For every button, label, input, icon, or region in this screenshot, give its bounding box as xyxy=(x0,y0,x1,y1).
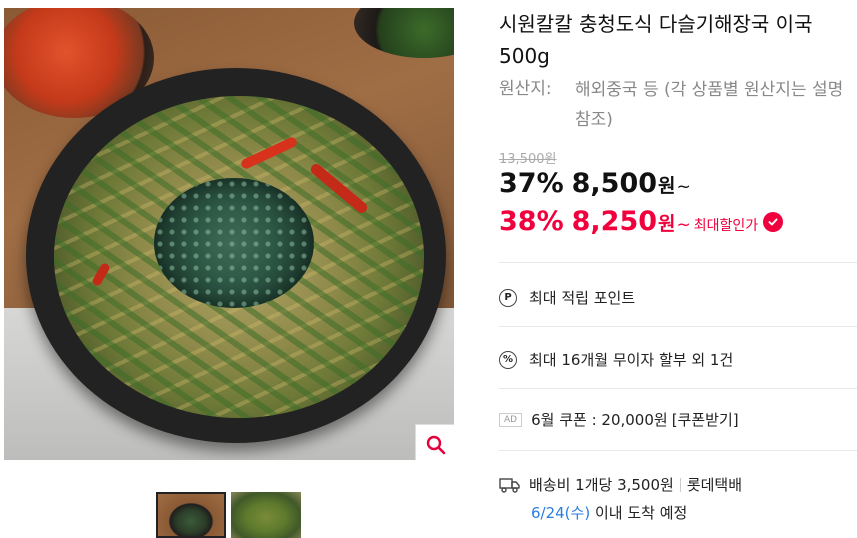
original-price: 13,500원 xyxy=(499,152,557,167)
shipping-row: 배송비 1개당 3,500원 롯데택배 xyxy=(499,474,742,495)
price-tilde: ~ xyxy=(676,215,691,235)
origin-label: 원산지: xyxy=(499,79,552,99)
points-row[interactable]: P 최대 적립 포인트 xyxy=(499,287,635,308)
separator xyxy=(679,477,681,492)
divider xyxy=(499,388,857,389)
percent-icon: % xyxy=(499,350,517,369)
shipping-carrier: 롯데택배 xyxy=(686,476,743,494)
sale-price-row: 37% 8,500 원 ~ xyxy=(499,168,691,199)
product-title: 시원칼칼 충청도식 다슬기해장국 이국 500g xyxy=(499,12,813,68)
arrival-suffix: 이내 도착 예정 xyxy=(594,504,688,522)
divider xyxy=(499,326,857,327)
max-discount-price: 8,250 xyxy=(571,206,658,237)
origin-value: 해외중국 등 (각 상품별 원산지는 설명 참조) xyxy=(575,80,844,130)
currency-unit: 원 xyxy=(658,175,676,197)
divider xyxy=(499,450,857,451)
price-tilde: ~ xyxy=(676,177,691,197)
max-discount-rate: 38% xyxy=(499,206,564,237)
thumbnail-1[interactable] xyxy=(156,492,226,538)
truck-icon xyxy=(499,476,521,494)
installment-label: 최대 16개월 무이자 할부 외 1건 xyxy=(529,351,734,369)
heart-check-icon xyxy=(768,218,778,225)
magnifier-icon xyxy=(426,435,446,455)
max-discount-label: 최대할인가 xyxy=(693,218,759,234)
max-discount-info-button[interactable] xyxy=(763,211,784,232)
thumbnail-2[interactable] xyxy=(231,492,301,538)
divider xyxy=(499,262,857,263)
currency-unit: 원 xyxy=(658,213,676,235)
points-label: 최대 적립 포인트 xyxy=(529,289,636,307)
sale-price: 8,500 xyxy=(571,168,658,199)
discount-rate: 37% xyxy=(499,168,564,199)
get-coupon-link[interactable]: [쿠폰받기] xyxy=(672,409,739,430)
max-discount-row: 38% 8,250 원 ~ 최대할인가 xyxy=(499,206,784,237)
ad-badge: AD xyxy=(499,412,523,427)
shipping-fee: 배송비 1개당 3,500원 xyxy=(529,476,674,494)
points-icon: P xyxy=(499,288,517,307)
image-greens-bowl xyxy=(354,8,454,58)
arrival-date: 6/24(수) xyxy=(531,504,591,522)
product-main-image[interactable] xyxy=(4,8,454,460)
coupon-label: 6월 쿠폰 : 20,000원 xyxy=(531,411,668,429)
zoom-button[interactable] xyxy=(415,424,454,460)
image-snail-texture xyxy=(154,178,314,308)
installment-row[interactable]: % 최대 16개월 무이자 할부 외 1건 xyxy=(499,349,733,370)
arrival-estimate: 6/24(수) 이내 도착 예정 xyxy=(531,502,687,523)
coupon-row: AD 6월 쿠폰 : 20,000원 [쿠폰받기] xyxy=(499,409,739,430)
